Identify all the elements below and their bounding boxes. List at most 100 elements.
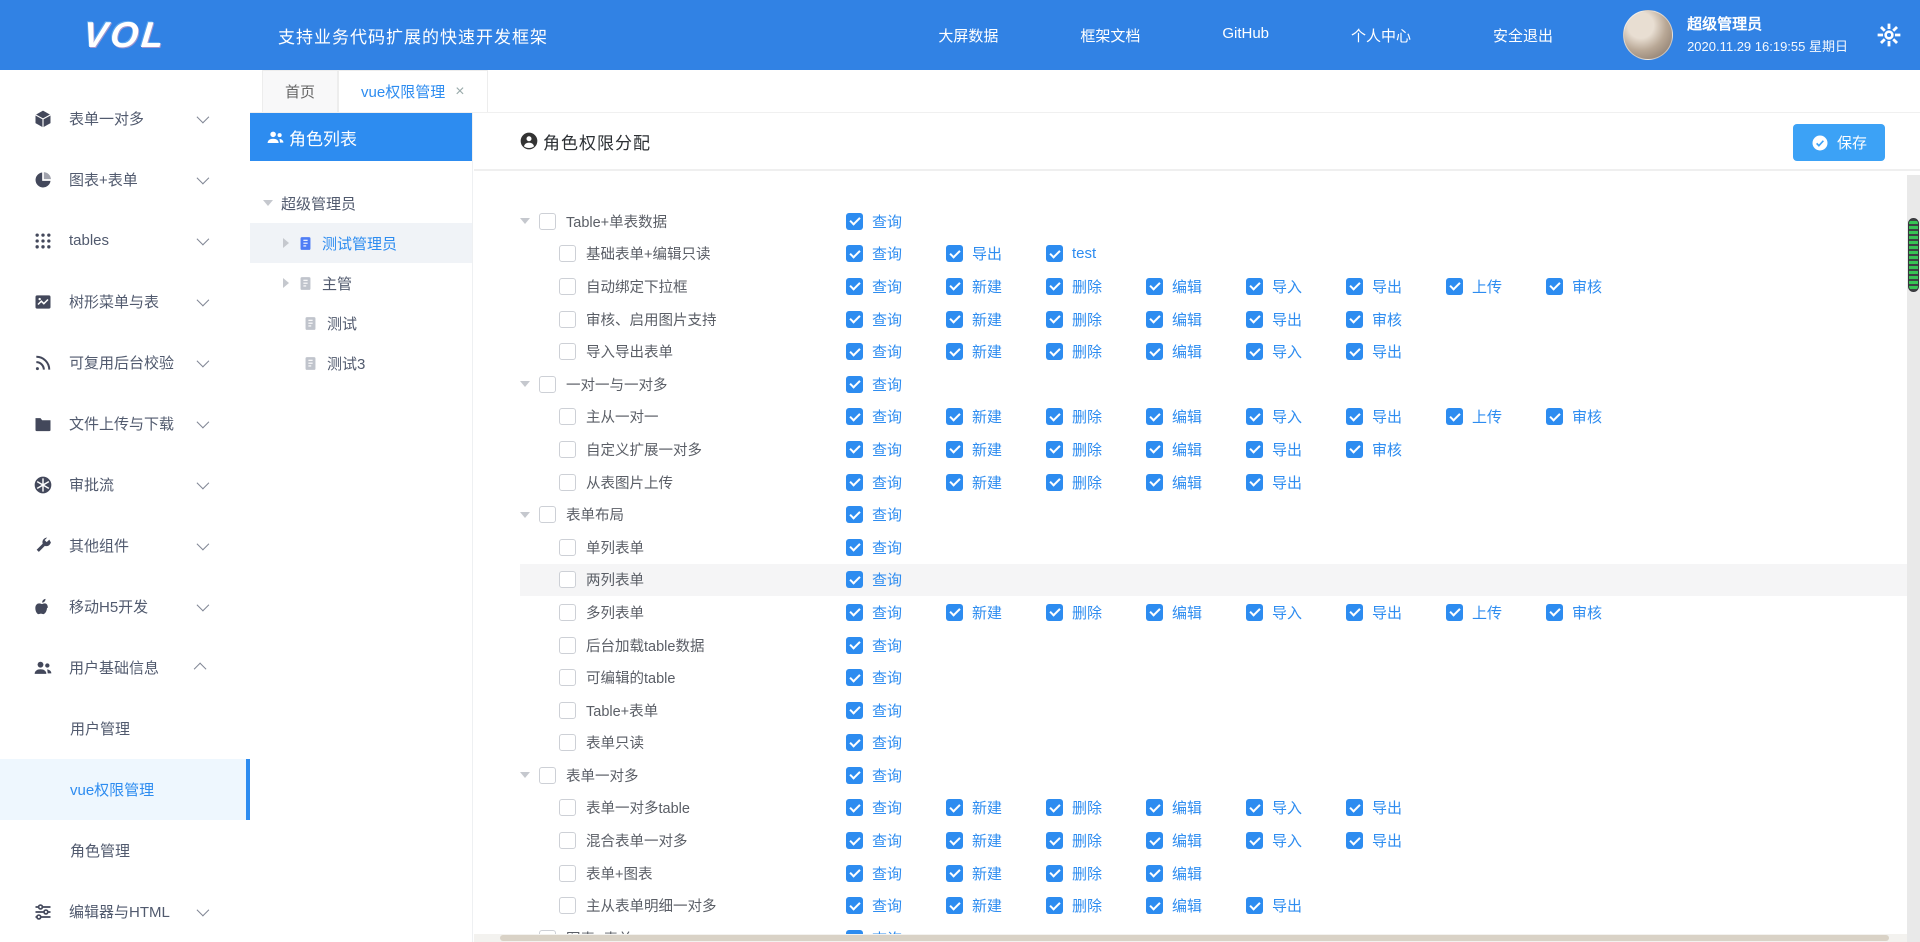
- permission-option[interactable]: 查询: [846, 667, 946, 688]
- sidebar-subitem-9-2[interactable]: 角色管理: [0, 820, 250, 881]
- permission-option[interactable]: 删除: [1046, 406, 1146, 427]
- permission-checkbox-checked[interactable]: [846, 245, 863, 262]
- row-checkbox[interactable]: [559, 604, 576, 621]
- vertical-scrollbar-thumb[interactable]: [1908, 218, 1919, 292]
- permission-checkbox-checked[interactable]: [946, 441, 963, 458]
- permission-checkbox-checked[interactable]: [846, 734, 863, 751]
- permission-checkbox-checked[interactable]: [946, 343, 963, 360]
- row-checkbox[interactable]: [559, 897, 576, 914]
- permission-checkbox-checked[interactable]: [1246, 343, 1263, 360]
- permission-option[interactable]: 导入: [1246, 830, 1346, 851]
- role-tree-node-4[interactable]: 测试3: [250, 343, 472, 383]
- permission-checkbox-checked[interactable]: [1046, 311, 1063, 328]
- nav-item-2[interactable]: GitHub: [1222, 25, 1269, 46]
- gear-icon[interactable]: [1876, 22, 1902, 48]
- permission-option[interactable]: 查询: [846, 341, 946, 362]
- row-checkbox[interactable]: [559, 343, 576, 360]
- permission-option[interactable]: 导出: [946, 243, 1046, 264]
- permission-option[interactable]: 查询: [846, 472, 946, 493]
- permission-option[interactable]: 查询: [846, 602, 946, 623]
- permission-option[interactable]: 编辑: [1146, 276, 1246, 297]
- permission-option[interactable]: 新建: [946, 863, 1046, 884]
- row-checkbox[interactable]: [559, 441, 576, 458]
- permission-option[interactable]: 编辑: [1146, 797, 1246, 818]
- caret-down-icon[interactable]: [520, 772, 530, 778]
- permission-option[interactable]: 查询: [846, 406, 946, 427]
- permission-checkbox-checked[interactable]: [1246, 832, 1263, 849]
- permission-checkbox-checked[interactable]: [946, 865, 963, 882]
- permission-checkbox-checked[interactable]: [1146, 278, 1163, 295]
- avatar[interactable]: [1623, 10, 1673, 60]
- permission-checkbox-checked[interactable]: [1546, 604, 1563, 621]
- permission-checkbox-checked[interactable]: [1546, 278, 1563, 295]
- permission-checkbox-checked[interactable]: [946, 278, 963, 295]
- permission-checkbox-checked[interactable]: [846, 539, 863, 556]
- permission-option[interactable]: 编辑: [1146, 602, 1246, 623]
- permission-option[interactable]: 查询: [846, 211, 946, 232]
- permission-option[interactable]: 编辑: [1146, 309, 1246, 330]
- permission-option[interactable]: 查询: [846, 276, 946, 297]
- permission-checkbox-checked[interactable]: [946, 311, 963, 328]
- permission-option[interactable]: 导出: [1246, 895, 1346, 916]
- permission-option[interactable]: 导出: [1246, 472, 1346, 493]
- permission-option[interactable]: 导入: [1246, 406, 1346, 427]
- permission-checkbox-checked[interactable]: [1246, 474, 1263, 491]
- permission-checkbox-checked[interactable]: [946, 245, 963, 262]
- sidebar-subitem-9-1[interactable]: vue权限管理: [0, 759, 250, 820]
- permission-option[interactable]: 查询: [846, 732, 946, 753]
- permission-checkbox-checked[interactable]: [946, 408, 963, 425]
- permission-option[interactable]: 删除: [1046, 895, 1146, 916]
- permission-checkbox-checked[interactable]: [1046, 343, 1063, 360]
- permission-option[interactable]: 导入: [1246, 797, 1346, 818]
- permission-option[interactable]: 审核: [1346, 309, 1446, 330]
- horizontal-scrollbar-thumb[interactable]: [500, 935, 1889, 941]
- permission-checkbox-checked[interactable]: [1346, 408, 1363, 425]
- nav-item-4[interactable]: 安全退出: [1493, 25, 1553, 46]
- permission-option[interactable]: 查询: [846, 635, 946, 656]
- permission-option[interactable]: 导出: [1246, 309, 1346, 330]
- sidebar-item-4[interactable]: 可复用后台校验: [0, 332, 250, 393]
- row-checkbox[interactable]: [539, 376, 556, 393]
- permission-option[interactable]: 查询: [846, 797, 946, 818]
- permission-checkbox-checked[interactable]: [946, 897, 963, 914]
- permission-checkbox-checked[interactable]: [846, 376, 863, 393]
- permission-option[interactable]: 新建: [946, 895, 1046, 916]
- permission-checkbox-checked[interactable]: [1046, 245, 1063, 262]
- permission-option[interactable]: 新建: [946, 406, 1046, 427]
- permission-option[interactable]: 新建: [946, 472, 1046, 493]
- permission-checkbox-checked[interactable]: [846, 669, 863, 686]
- row-checkbox[interactable]: [559, 637, 576, 654]
- permission-checkbox-checked[interactable]: [1046, 799, 1063, 816]
- permission-option[interactable]: 导出: [1346, 341, 1446, 362]
- permission-option[interactable]: 审核: [1346, 439, 1446, 460]
- row-checkbox[interactable]: [559, 408, 576, 425]
- permission-checkbox-checked[interactable]: [946, 604, 963, 621]
- permission-checkbox-checked[interactable]: [1246, 441, 1263, 458]
- row-checkbox[interactable]: [559, 832, 576, 849]
- permission-checkbox-checked[interactable]: [1446, 408, 1463, 425]
- sidebar-item-5[interactable]: 文件上传与下载: [0, 393, 250, 454]
- nav-item-1[interactable]: 框架文档: [1080, 25, 1140, 46]
- permission-checkbox-checked[interactable]: [1246, 408, 1263, 425]
- permission-option[interactable]: 编辑: [1146, 472, 1246, 493]
- permission-option[interactable]: 编辑: [1146, 406, 1246, 427]
- permission-checkbox-checked[interactable]: [1146, 799, 1163, 816]
- permission-checkbox-checked[interactable]: [1246, 604, 1263, 621]
- permission-checkbox-checked[interactable]: [846, 702, 863, 719]
- permission-option[interactable]: 删除: [1046, 276, 1146, 297]
- permission-option[interactable]: 审核: [1546, 406, 1646, 427]
- permission-option[interactable]: 删除: [1046, 830, 1146, 851]
- permission-checkbox-checked[interactable]: [1146, 408, 1163, 425]
- permission-option[interactable]: 查询: [846, 765, 946, 786]
- sidebar-subitem-9-0[interactable]: 用户管理: [0, 698, 250, 759]
- permission-checkbox-checked[interactable]: [846, 799, 863, 816]
- permission-checkbox-checked[interactable]: [1046, 897, 1063, 914]
- permission-option[interactable]: 导出: [1346, 830, 1446, 851]
- permission-checkbox-checked[interactable]: [1046, 865, 1063, 882]
- permission-option[interactable]: 审核: [1546, 276, 1646, 297]
- role-tree-node-0[interactable]: 超级管理员: [250, 183, 472, 223]
- permission-option[interactable]: 编辑: [1146, 863, 1246, 884]
- close-icon[interactable]: ×: [455, 84, 464, 100]
- permission-option[interactable]: 删除: [1046, 309, 1146, 330]
- role-tree-node-1[interactable]: 测试管理员: [250, 223, 472, 263]
